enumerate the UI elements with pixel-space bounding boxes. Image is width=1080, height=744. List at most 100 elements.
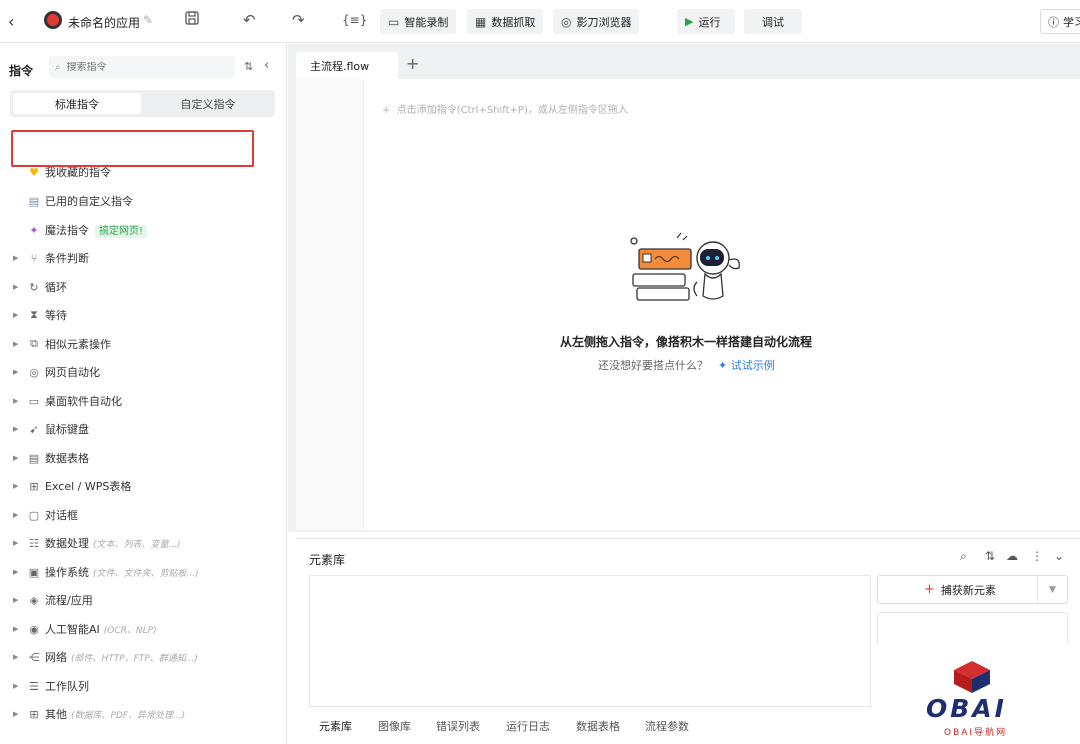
item-label: 网络 — [45, 651, 67, 664]
add-instruction-hint[interactable]: + 点击添加指令(Ctrl+Shift+P)，或从左侧指令区拖入 — [382, 101, 628, 116]
search-icon[interactable]: ⌕ — [960, 549, 967, 564]
tree-item-other[interactable]: ▶ ⊞ 其他 (数据库、PDF、异常处理...) — [0, 704, 287, 724]
used-custom-item[interactable]: ▤ 已用的自定义指令 — [0, 191, 287, 211]
tree-item-datatable[interactable]: ▶ ▤ 数据表格 — [0, 448, 287, 468]
item-label-group: 其他 (数据库、PDF、异常处理...) — [45, 706, 185, 722]
tab-element-library[interactable]: 元素库 — [319, 718, 352, 734]
sort-icon[interactable]: ⇅ — [244, 60, 253, 73]
cloud-icon[interactable]: ☁ — [1006, 549, 1018, 563]
camera-icon: ▭ — [388, 14, 400, 29]
debug-button[interactable]: 调试 — [744, 9, 802, 34]
monitor-icon: ▭ — [28, 394, 40, 408]
heart-icon: ♥ — [29, 165, 39, 179]
caret-right-icon: ▶ — [13, 254, 19, 262]
item-label: 条件判断 — [45, 252, 89, 265]
tree-item-condition[interactable]: ▶ ⑂ 条件判断 — [0, 248, 287, 268]
capture-element-label: 捕获新元素 — [940, 583, 996, 597]
tree-item-flow[interactable]: ▶ ◈ 流程/应用 — [0, 590, 287, 610]
smart-record-label: 智能录制 — [404, 15, 449, 29]
caret-right-icon: ▶ — [13, 283, 19, 291]
instruction-tabs: 标准指令 自定义指令 — [10, 90, 275, 117]
run-button[interactable]: ▶ 运行 — [677, 9, 735, 34]
tab-standard[interactable]: 标准指令 — [13, 93, 141, 114]
tree-item-queue[interactable]: ▶ ☰ 工作队列 — [0, 676, 287, 696]
tab-custom[interactable]: 自定义指令 — [144, 93, 272, 114]
data-icon: ☷ — [29, 536, 39, 550]
grid-icon: ⊞ — [29, 707, 39, 721]
learn-button[interactable]: ⓘ 学习 — [1040, 9, 1080, 34]
excel-icon: ⊞ — [29, 479, 39, 493]
capture-element-button[interactable]: + 捕获新元素 ▼ — [877, 575, 1068, 604]
tab-flow-params[interactable]: 流程参数 — [645, 718, 689, 734]
watermark-subtext: OBAI导航网 — [944, 728, 1008, 738]
try-example-link[interactable]: ✦ 试试示例 — [718, 357, 775, 373]
tree-item-similar[interactable]: ▶ ⧉ 相似元素操作 — [0, 334, 287, 354]
app-name[interactable]: 未命名的应用 — [68, 14, 140, 31]
undo-icon[interactable]: ↶ — [243, 11, 256, 29]
collapse-panel-icon[interactable]: ‹ — [264, 58, 269, 73]
item-label: 数据表格 — [45, 452, 89, 465]
tree-item-wait[interactable]: ▶ ⧗ 等待 — [0, 305, 287, 325]
magic-item[interactable]: ✦ 魔法指令 搞定网页! — [0, 220, 287, 240]
redo-icon[interactable]: ↷ — [292, 11, 305, 29]
item-label: 鼠标键盘 — [45, 423, 89, 436]
tree-item-dialog[interactable]: ▶ ▢ 对话框 — [0, 505, 287, 525]
tree-item-dataproc[interactable]: ▶ ☷ 数据处理 (文本、列表、变量...) — [0, 533, 287, 553]
sparkle-icon: ✦ — [29, 223, 39, 237]
tab-image-library[interactable]: 图像库 — [378, 718, 411, 734]
tab-data-table[interactable]: 数据表格 — [576, 718, 620, 734]
tree-item-os[interactable]: ▶ ▣ 操作系统 (文件、文件夹、剪贴板...) — [0, 562, 287, 582]
tree-item-network[interactable]: ▶ ⋲ 网络 (邮件、HTTP、FTP、群通知...) — [0, 647, 287, 667]
watermark-text: OBAI — [926, 694, 1007, 723]
more-vertical-icon[interactable]: ⋮ — [1031, 549, 1043, 563]
variable-braces-icon[interactable]: {≡} — [342, 13, 367, 27]
tree-item-web[interactable]: ▶ ◎ 网页自动化 — [0, 362, 287, 382]
item-label: 人工智能AI — [45, 623, 100, 636]
edit-pencil-icon[interactable]: ✎ — [143, 13, 153, 27]
try-example-label: 试试示例 — [730, 359, 775, 372]
hourglass-icon: ⧗ — [30, 308, 38, 321]
tab-run-log[interactable]: 运行日志 — [506, 718, 550, 734]
line-gutter — [296, 79, 364, 530]
smart-record-button[interactable]: ▭ 智能录制 — [380, 9, 457, 34]
item-label-group: 数据处理 (文本、列表、变量...) — [45, 535, 181, 551]
item-label: 其他 — [45, 708, 67, 721]
tree-item-excel[interactable]: ▶ ⊞ Excel / WPS表格 — [0, 476, 287, 496]
tree-item-ai[interactable]: ▶ ◉ 人工智能AI (OCR、NLP) — [0, 619, 287, 639]
caret-right-icon: ▶ — [13, 482, 19, 490]
sort-icon[interactable]: ⇅ — [985, 549, 995, 563]
item-label: 相似元素操作 — [45, 338, 111, 351]
element-list[interactable] — [309, 575, 871, 707]
tab-error-list[interactable]: 错误列表 — [436, 718, 480, 734]
tree-item-mouse[interactable]: ▶ ➹ 鼠标键盘 — [0, 419, 287, 439]
chevron-down-icon[interactable]: ▼ — [1037, 576, 1067, 603]
data-scrape-label: 数据抓取 — [491, 15, 536, 29]
item-hint: (OCR、NLP) — [103, 626, 157, 636]
search-input[interactable] — [66, 61, 217, 73]
search-box[interactable]: ⌕ — [49, 56, 235, 78]
tree-item-desktop[interactable]: ▶ ▭ 桌面软件自动化 — [0, 391, 287, 411]
item-label: 工作队列 — [45, 680, 89, 693]
layers-icon: ◈ — [29, 593, 39, 607]
item-hint: (邮件、HTTP、FTP、群通知...) — [71, 654, 198, 664]
back-arrow-icon[interactable]: ‹ — [8, 12, 14, 31]
tree-item-loop[interactable]: ▶ ↻ 循环 — [0, 277, 287, 297]
tab-main-flow[interactable]: 主流程.flow — [296, 52, 398, 79]
data-scrape-button[interactable]: ▦ 数据抓取 — [467, 9, 544, 34]
item-label: 流程/应用 — [45, 594, 93, 607]
add-tab-icon[interactable]: + — [406, 54, 419, 73]
globe-icon: ◎ — [29, 365, 39, 379]
save-icon[interactable] — [185, 11, 199, 29]
branch-icon: ⑂ — [30, 251, 38, 265]
highlight-box — [11, 130, 254, 167]
caret-right-icon: ▶ — [13, 340, 19, 348]
panel-title: 指令 — [9, 64, 34, 78]
browser-button[interactable]: ◎ 影刀浏览器 — [553, 9, 640, 34]
caret-right-icon: ▶ — [13, 710, 19, 718]
chevron-down-icon[interactable]: ⌄ — [1054, 549, 1064, 563]
caret-right-icon: ▶ — [13, 311, 19, 319]
app-logo-icon — [44, 11, 62, 29]
play-icon: ▶ — [685, 15, 694, 28]
magic-label: 魔法指令 — [45, 224, 89, 237]
plus-icon: + — [924, 582, 935, 597]
